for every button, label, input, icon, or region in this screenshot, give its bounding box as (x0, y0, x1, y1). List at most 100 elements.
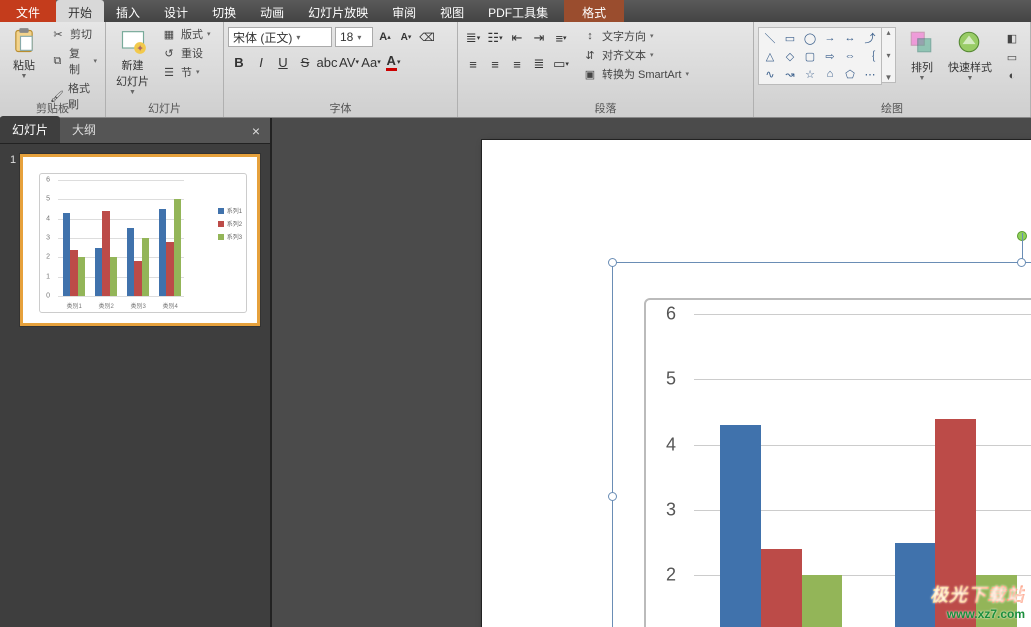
group-font: 宋体 (正文) ▾ 18 ▾ A▴ A▾ ⌫ B I U S abc AV▾ A… (224, 22, 458, 117)
tab-slideshow[interactable]: 幻灯片放映 (296, 0, 380, 22)
change-case-button[interactable]: Aa▾ (360, 51, 382, 73)
shape-brace-icon: ｛ (861, 48, 879, 64)
svg-text:✦: ✦ (136, 44, 144, 54)
increase-indent-button[interactable]: ⇥ (528, 27, 550, 49)
tab-design[interactable]: 设计 (152, 0, 200, 22)
shape-gallery[interactable]: ＼ ▭ ◯ → ↔ ⤴ △ ◇ ▢ ⇨ ⇔ ｛ ∿ ↝ ☆ ⌂ ⬠ (758, 27, 882, 85)
italic-button[interactable]: I (250, 51, 272, 73)
group-drawing-label: 绘图 (754, 99, 1030, 117)
arrange-button[interactable]: 排列 ▼ (902, 27, 942, 84)
text-direction-button[interactable]: ↕ 文字方向 ▾ (578, 27, 693, 45)
shape-curve-icon: ∿ (761, 66, 779, 82)
menu-bar: 文件 开始 插入 设计 切换 动画 幻灯片放映 审阅 视图 PDF工具集 格式 (0, 0, 1031, 22)
chart-object[interactable]: 0123456 (644, 298, 1031, 627)
spacing-button[interactable]: AV▾ (338, 51, 360, 73)
pane-tab-slides[interactable]: 幻灯片 (0, 116, 60, 143)
group-paragraph: ≣▾ ☷▾ ⇤ ⇥ ≡▾ ≡ ≡ ≡ ≣ ▭▾ ↕ 文字方向 (458, 22, 754, 117)
tab-pdf-tools[interactable]: PDF工具集 (476, 0, 560, 22)
shape-line-icon: ＼ (761, 30, 779, 46)
shrink-font-button[interactable]: A▾ (397, 28, 415, 46)
slide-canvas[interactable]: 0123456 (482, 140, 1031, 627)
y-tick-label: 2 (666, 565, 676, 586)
copy-button[interactable]: ⧉ 复制 ▾ (46, 44, 101, 78)
shape-rect-icon: ▭ (781, 30, 799, 46)
columns-button[interactable]: ▭▾ (550, 53, 572, 75)
align-left-button[interactable]: ≡ (462, 53, 484, 75)
clear-format-button[interactable]: ⌫ (418, 28, 436, 46)
bar-系列1-类别1 (720, 425, 761, 627)
layout-icon: ▦ (161, 26, 177, 42)
shape-fill-button[interactable]: ◧ (1000, 29, 1024, 47)
reset-icon: ↺ (161, 45, 177, 61)
align-text-button[interactable]: ⇵ 对齐文本 ▾ (578, 46, 693, 64)
font-size-combo[interactable]: 18 ▾ (335, 27, 373, 47)
shape-rightarrow-icon: ⇨ (821, 48, 839, 64)
shape-gallery-expand[interactable]: ▴ ▾ ▼ (882, 27, 896, 83)
section-button[interactable]: ☰ 节 ▾ (157, 63, 215, 81)
cut-button[interactable]: ✂ 剪切 (46, 25, 101, 43)
pane-tab-outline[interactable]: 大纲 (60, 116, 108, 143)
tab-insert[interactable]: 插入 (104, 0, 152, 22)
shape-star-icon: ☆ (801, 66, 819, 82)
underline-button[interactable]: U (272, 51, 294, 73)
tab-animations[interactable]: 动画 (248, 0, 296, 22)
grow-font-button[interactable]: A▴ (376, 28, 394, 46)
align-text-icon: ⇵ (582, 47, 598, 63)
handle-nw[interactable] (608, 258, 617, 267)
tab-file[interactable]: 文件 (0, 0, 56, 22)
quick-styles-button[interactable]: 快速样式 ▼ (942, 27, 998, 84)
tab-transitions[interactable]: 切换 (200, 0, 248, 22)
pane-close-button[interactable]: × (242, 119, 270, 143)
decrease-indent-button[interactable]: ⇤ (506, 27, 528, 49)
tab-view[interactable]: 视图 (428, 0, 476, 22)
tab-format[interactable]: 格式 (564, 0, 624, 22)
y-tick-label: 4 (666, 434, 676, 455)
reset-label: 重设 (181, 45, 203, 61)
group-slides: ✦ 新建 幻灯片 ▼ ▦ 版式 ▾ ↺ 重设 ☰ 节 ▾ (106, 22, 224, 117)
line-spacing-button[interactable]: ≡▾ (550, 27, 572, 49)
group-paragraph-label: 段落 (458, 99, 753, 117)
strike-button[interactable]: S (294, 51, 316, 73)
paste-button[interactable]: 粘贴 ▼ (4, 25, 44, 82)
align-right-button[interactable]: ≡ (506, 53, 528, 75)
new-slide-button[interactable]: ✦ 新建 幻灯片 ▼ (110, 25, 155, 98)
thumb-number: 1 (10, 154, 16, 166)
font-family-value: 宋体 (正文) (233, 29, 292, 46)
section-icon: ☰ (161, 64, 177, 80)
shadow-button[interactable]: abc (316, 51, 338, 73)
bullets-button[interactable]: ≣▾ (462, 27, 484, 49)
bar-系列3-类别2 (976, 575, 1017, 627)
font-color-button[interactable]: A▾ (382, 51, 404, 73)
align-center-button[interactable]: ≡ (484, 53, 506, 75)
copy-label: 复制 (69, 45, 90, 77)
section-label: 节 (181, 64, 192, 80)
handle-w[interactable] (608, 492, 617, 501)
shape-effects-button[interactable]: ◐ (1000, 67, 1024, 85)
tab-home[interactable]: 开始 (56, 0, 104, 22)
convert-smartart-button[interactable]: ▣ 转换为 SmartArt ▾ (578, 65, 693, 83)
chevron-up-icon: ▴ (882, 28, 895, 37)
font-family-combo[interactable]: 宋体 (正文) ▾ (228, 27, 332, 47)
slide-editor[interactable]: 0123456 (272, 118, 1031, 627)
tab-review[interactable]: 审阅 (380, 0, 428, 22)
justify-button[interactable]: ≣ (528, 53, 550, 75)
align-text-label: 对齐文本 (602, 47, 646, 63)
bar-系列3-类别1 (802, 575, 843, 627)
layout-button[interactable]: ▦ 版式 ▾ (157, 25, 215, 43)
handle-n[interactable] (1017, 258, 1026, 267)
paste-label: 粘贴 (13, 57, 35, 73)
reset-button[interactable]: ↺ 重设 (157, 44, 215, 62)
chevron-down-icon: ▾ (296, 33, 300, 42)
close-icon: × (252, 123, 260, 139)
numbering-button[interactable]: ☷▾ (484, 27, 506, 49)
outline-icon: ▭ (1004, 49, 1020, 65)
shape-leftrightarrow-icon: ⇔ (841, 48, 859, 64)
bold-button[interactable]: B (228, 51, 250, 73)
slides-pane: 幻灯片 大纲 × 1 0123456类别1类别2类别3类别4系列1系列2系列3 (0, 118, 272, 627)
text-direction-icon: ↕ (582, 28, 598, 44)
layout-label: 版式 (181, 26, 203, 42)
y-tick-label: 5 (666, 369, 676, 390)
shape-outline-button[interactable]: ▭ (1000, 48, 1024, 66)
shape-freeform-icon: ↝ (781, 66, 799, 82)
slide-thumbnail-1[interactable]: 0123456类别1类别2类别3类别4系列1系列2系列3 (20, 154, 260, 326)
